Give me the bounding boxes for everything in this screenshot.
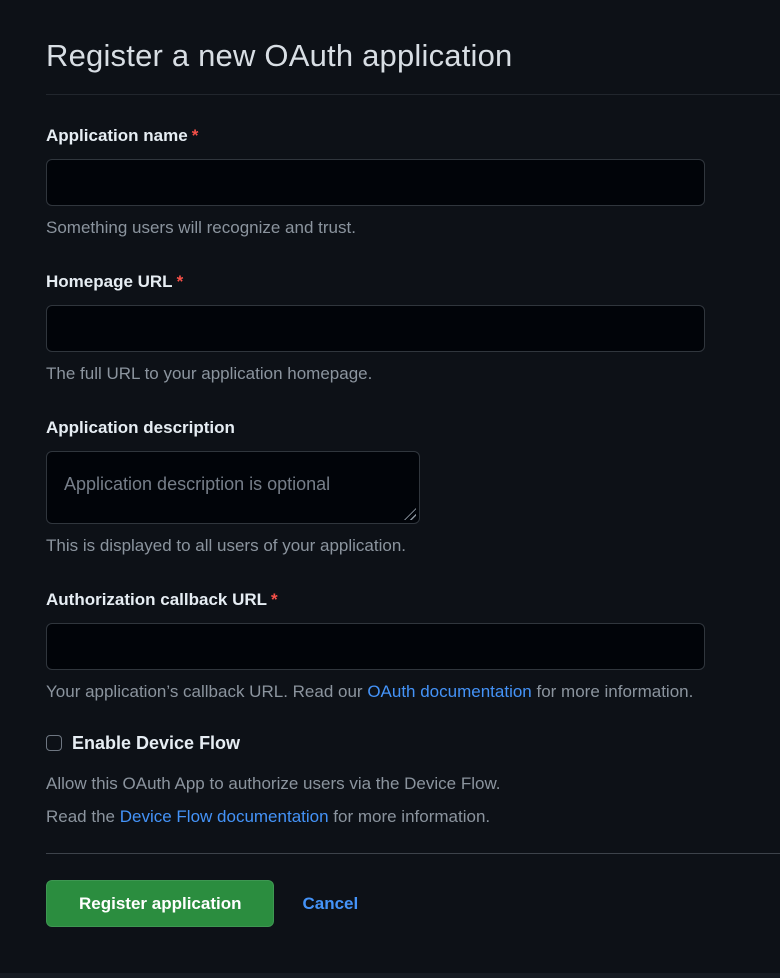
- callback-url-label-text: Authorization callback URL: [46, 590, 267, 609]
- required-asterisk: *: [192, 126, 199, 145]
- device-flow-row: Enable Device Flow: [46, 733, 780, 754]
- oauth-registration-form: Register a new OAuth application Applica…: [0, 0, 780, 927]
- callback-url-help-suffix: for more information.: [532, 682, 694, 701]
- enable-device-flow-label[interactable]: Enable Device Flow: [72, 733, 240, 754]
- application-description-textarea-wrap: [46, 451, 420, 524]
- application-name-input[interactable]: [46, 159, 705, 206]
- application-description-label: Application description: [46, 417, 780, 438]
- page-title: Register a new OAuth application: [46, 0, 780, 78]
- application-description-textarea[interactable]: [46, 451, 420, 524]
- actions-row: Register application Cancel: [46, 880, 780, 927]
- device-flow-read-more: Read the Device Flow documentation for m…: [46, 806, 780, 827]
- homepage-url-group: Homepage URL* The full URL to your appli…: [46, 271, 780, 384]
- callback-url-input[interactable]: [46, 623, 705, 670]
- callback-url-label: Authorization callback URL*: [46, 589, 780, 610]
- application-name-group: Application name* Something users will r…: [46, 125, 780, 238]
- enable-device-flow-checkbox[interactable]: [46, 735, 62, 751]
- required-asterisk: *: [177, 272, 184, 291]
- device-flow-read-suffix: for more information.: [329, 807, 491, 826]
- homepage-url-input[interactable]: [46, 305, 705, 352]
- application-description-group: Application description This is displaye…: [46, 417, 780, 556]
- application-name-label-text: Application name: [46, 126, 188, 145]
- callback-url-help: Your application’s callback URL. Read ou…: [46, 681, 780, 702]
- header-divider: [46, 94, 780, 95]
- application-description-help: This is displayed to all users of your a…: [46, 535, 780, 556]
- homepage-url-label-text: Homepage URL: [46, 272, 173, 291]
- application-name-label: Application name*: [46, 125, 780, 146]
- application-description-label-text: Application description: [46, 418, 235, 437]
- callback-url-help-prefix: Your application’s callback URL. Read ou…: [46, 682, 367, 701]
- callback-url-group: Authorization callback URL* Your applica…: [46, 589, 780, 702]
- cancel-link[interactable]: Cancel: [302, 894, 358, 914]
- device-flow-documentation-link[interactable]: Device Flow documentation: [120, 807, 329, 826]
- required-asterisk: *: [271, 590, 278, 609]
- register-application-button[interactable]: Register application: [46, 880, 274, 927]
- actions-divider: [46, 853, 780, 854]
- homepage-url-help: The full URL to your application homepag…: [46, 363, 780, 384]
- oauth-documentation-link[interactable]: OAuth documentation: [367, 682, 531, 701]
- footer-strip: [0, 973, 780, 978]
- homepage-url-label: Homepage URL*: [46, 271, 780, 292]
- device-flow-read-prefix: Read the: [46, 807, 120, 826]
- application-name-help: Something users will recognize and trust…: [46, 217, 780, 238]
- device-flow-description: Allow this OAuth App to authorize users …: [46, 773, 780, 794]
